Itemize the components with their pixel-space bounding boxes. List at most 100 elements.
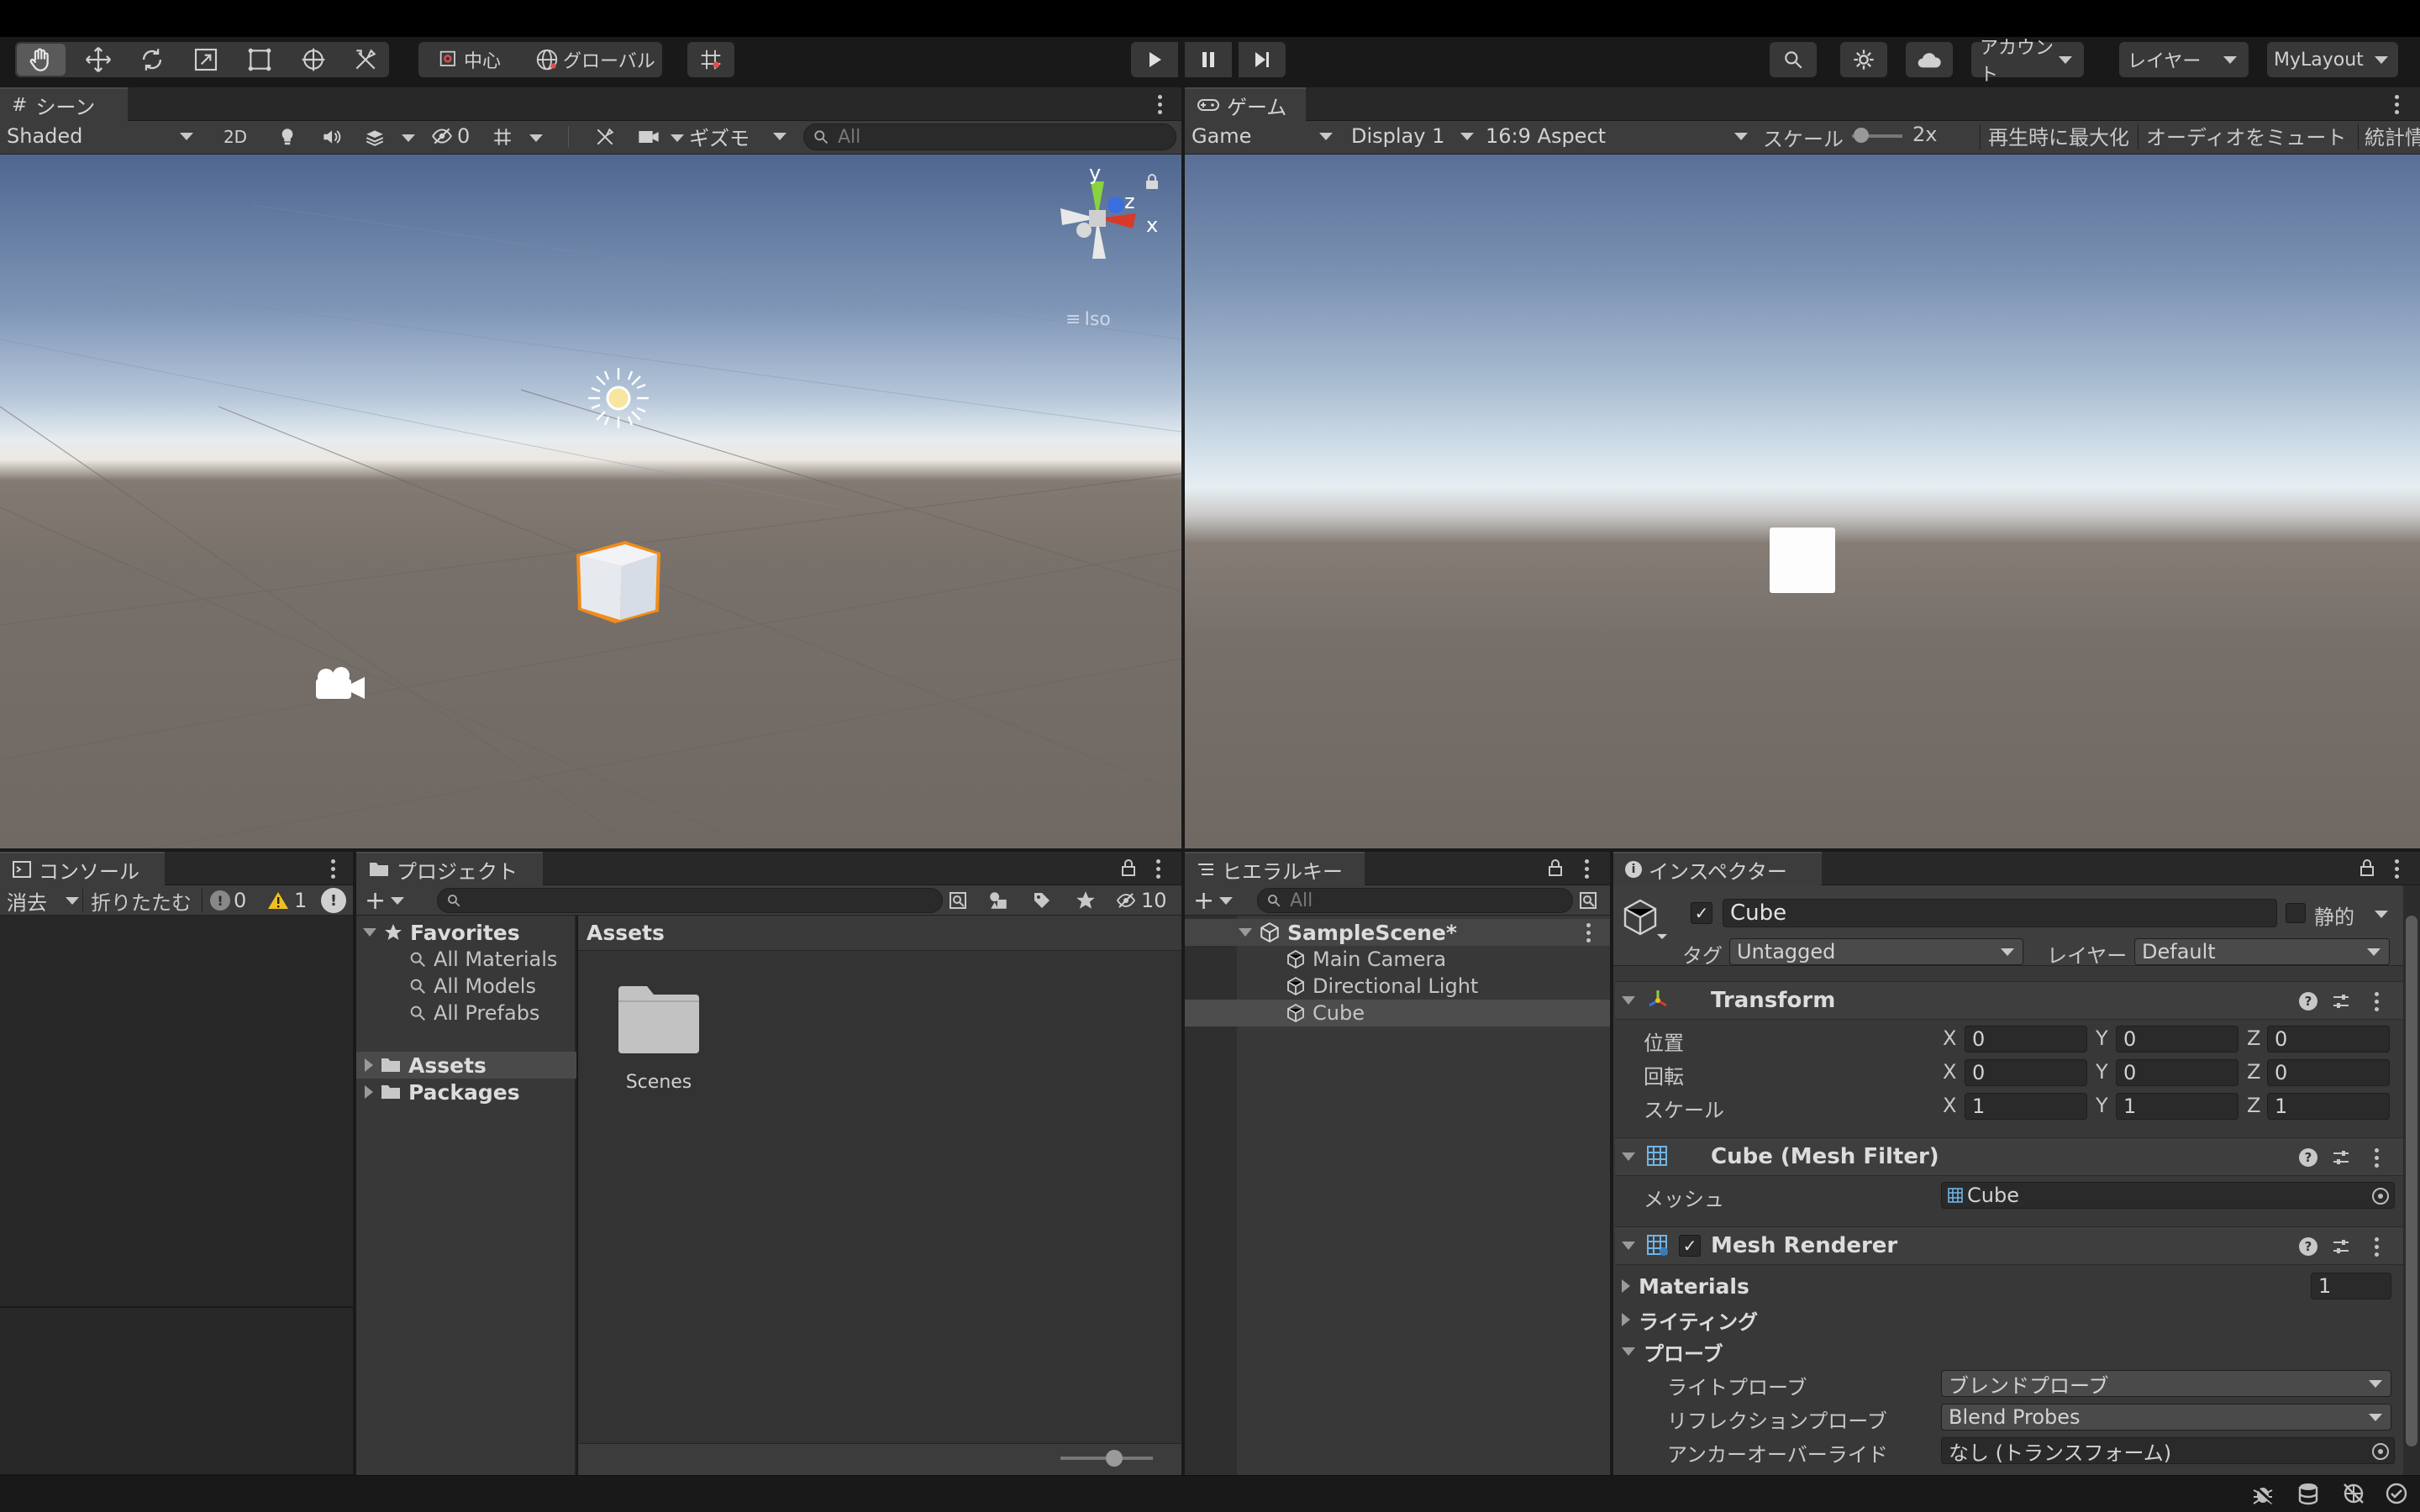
anchor-override-field[interactable]: なし (トランスフォーム)	[1941, 1437, 2395, 1465]
hierarchy-item-directional-light[interactable]: Directional Light	[1185, 973, 1610, 1000]
search-options-button[interactable]	[944, 887, 971, 914]
materials-foldout[interactable]: Materials	[1622, 1272, 1749, 1300]
progress-status-icon[interactable]	[2385, 1482, 2408, 1509]
grid-toggle-button[interactable]	[486, 123, 519, 151]
camera-dropdown-icon[interactable]	[671, 134, 684, 142]
tab-project[interactable]: プロジェクト	[356, 852, 543, 885]
collapse-arrow-icon[interactable]	[1622, 1242, 1635, 1250]
tab-scene[interactable]: # シーン	[0, 87, 128, 121]
help-icon[interactable]: ?	[2299, 1148, 2317, 1167]
scene-panel-menu-icon[interactable]	[1151, 92, 1168, 116]
maximize-on-play-toggle[interactable]: 再生時に最大化	[1988, 121, 2129, 150]
hierarchy-item-cube[interactable]: Cube	[1185, 1000, 1610, 1026]
tab-game[interactable]: ゲーム	[1185, 87, 1306, 121]
scale-slider-handle[interactable]	[1854, 128, 1869, 143]
console-detail-area[interactable]	[0, 1308, 353, 1474]
rotation-x-input[interactable]: 0	[1965, 1059, 2087, 1086]
lock-icon[interactable]	[1548, 858, 1563, 880]
game-panel-menu-icon[interactable]	[2388, 92, 2405, 116]
space-mode-button[interactable]: グローバル	[534, 42, 655, 77]
object-name-input[interactable]: Cube	[1723, 899, 2277, 927]
audio-toggle-button[interactable]	[314, 123, 348, 151]
mute-audio-toggle[interactable]: オーディオをミュート	[2146, 121, 2346, 150]
project-panel-menu-icon[interactable]	[1150, 857, 1166, 880]
rotation-y-input[interactable]: 0	[2116, 1059, 2238, 1086]
stats-toggle[interactable]: 統計情	[2365, 121, 2420, 150]
project-breadcrumb[interactable]: Assets	[587, 921, 665, 945]
console-log-area[interactable]	[0, 916, 353, 1307]
collapse-toggle[interactable]: 折りたたむ	[91, 886, 192, 916]
hand-tool-button[interactable]	[17, 44, 66, 76]
layers-dropdown[interactable]: レイヤー	[2119, 42, 2249, 77]
layer-dropdown[interactable]: Default	[2134, 938, 2390, 965]
clear-button[interactable]: 消去	[7, 885, 79, 916]
favorite-all-materials[interactable]: All Materials	[408, 946, 557, 973]
packages-node[interactable]: Packages	[356, 1079, 520, 1105]
presets-icon[interactable]	[2331, 1147, 2351, 1171]
component-menu-icon[interactable]	[2368, 990, 2385, 1013]
scene-root-row[interactable]: SampleScene*	[1185, 919, 1610, 946]
mesh-object-field[interactable]: Cube	[1941, 1182, 2395, 1209]
static-checkbox[interactable]	[2286, 903, 2306, 923]
effects-dropdown-icon[interactable]	[402, 134, 415, 142]
display-dropdown[interactable]: Display 1	[1351, 121, 1474, 151]
object-picker-icon[interactable]	[2372, 1188, 2389, 1205]
presets-icon[interactable]	[2331, 1236, 2351, 1260]
scene-viewport[interactable]: y z x ≡ Iso	[0, 155, 1181, 848]
hierarchy-create-button[interactable]: +	[1193, 885, 1234, 916]
inspector-scrollbar-thumb[interactable]	[2406, 916, 2417, 1446]
scene-root-menu-icon[interactable]	[1580, 921, 1597, 944]
assets-node[interactable]: Assets	[356, 1052, 576, 1079]
project-hidden-toggle[interactable]: 10	[1114, 885, 1167, 916]
rotation-z-input[interactable]: 0	[2267, 1059, 2390, 1086]
filter-by-label-button[interactable]	[1027, 887, 1057, 914]
icon-size-slider-handle[interactable]	[1106, 1450, 1123, 1467]
grid-snap-button[interactable]	[687, 42, 734, 77]
help-icon[interactable]: ?	[2299, 1237, 2317, 1256]
cloud-button[interactable]	[1906, 42, 1953, 77]
grid-dropdown-icon[interactable]	[529, 134, 543, 142]
warning-filter-toggle[interactable]: 1	[267, 885, 307, 916]
pause-button[interactable]	[1185, 42, 1232, 77]
position-y-input[interactable]: 0	[2116, 1026, 2238, 1053]
hierarchy-panel-menu-icon[interactable]	[1578, 857, 1595, 880]
directional-light-gizmo-icon[interactable]	[587, 366, 650, 430]
collapse-arrow-icon[interactable]	[1622, 1152, 1635, 1161]
play-button[interactable]	[1131, 42, 1178, 77]
hierarchy-search-options-button[interactable]	[1575, 887, 1602, 914]
game-viewport[interactable]	[1185, 155, 2420, 848]
tab-hierarchy[interactable]: ヒエラルキー	[1185, 852, 1365, 885]
component-menu-icon[interactable]	[2368, 1146, 2385, 1169]
collapse-arrow-icon[interactable]	[1622, 996, 1635, 1005]
auto-generate-lighting-icon[interactable]	[2341, 1482, 2366, 1509]
favorites-filter-button[interactable]	[1071, 887, 1101, 914]
tab-console[interactable]: コンソール	[0, 852, 165, 885]
scale-tool-button[interactable]	[185, 44, 227, 76]
project-create-button[interactable]: +	[365, 885, 405, 916]
gameobject-large-icon[interactable]	[1622, 897, 1667, 946]
reflection-probes-dropdown[interactable]: Blend Probes	[1941, 1404, 2391, 1431]
move-tool-button[interactable]	[77, 44, 119, 76]
position-z-input[interactable]: 0	[2267, 1026, 2390, 1053]
game-view-dropdown[interactable]: Game	[1192, 121, 1333, 151]
light-probes-dropdown[interactable]: ブレンドプローブ	[1941, 1370, 2391, 1398]
mesh-renderer-enabled-checkbox[interactable]: ✓	[1679, 1235, 1701, 1257]
2d-toggle-button[interactable]: 2D	[217, 123, 254, 151]
rect-tool-button[interactable]	[239, 44, 281, 76]
projection-toggle[interactable]: ≡ Iso	[1065, 309, 1111, 330]
search-button[interactable]	[1770, 42, 1817, 77]
scale-z-input[interactable]: 1	[2267, 1093, 2390, 1120]
services-button[interactable]	[1840, 42, 1887, 77]
materials-count-input[interactable]: 1	[2311, 1273, 2391, 1299]
favorite-all-models[interactable]: All Models	[408, 973, 536, 1000]
probes-foldout[interactable]: プローブ	[1622, 1337, 1723, 1366]
rotate-tool-button[interactable]	[131, 44, 173, 76]
camera-gizmo-icon[interactable]	[313, 665, 368, 704]
custom-tool-button[interactable]	[345, 44, 387, 76]
scale-y-input[interactable]: 1	[2116, 1093, 2238, 1120]
effects-toggle-button[interactable]	[358, 123, 392, 151]
active-checkbox[interactable]: ✓	[1691, 902, 1712, 924]
scene-camera-button[interactable]	[632, 123, 666, 151]
lock-icon[interactable]	[2360, 858, 2375, 880]
help-icon[interactable]: ?	[2299, 992, 2317, 1011]
